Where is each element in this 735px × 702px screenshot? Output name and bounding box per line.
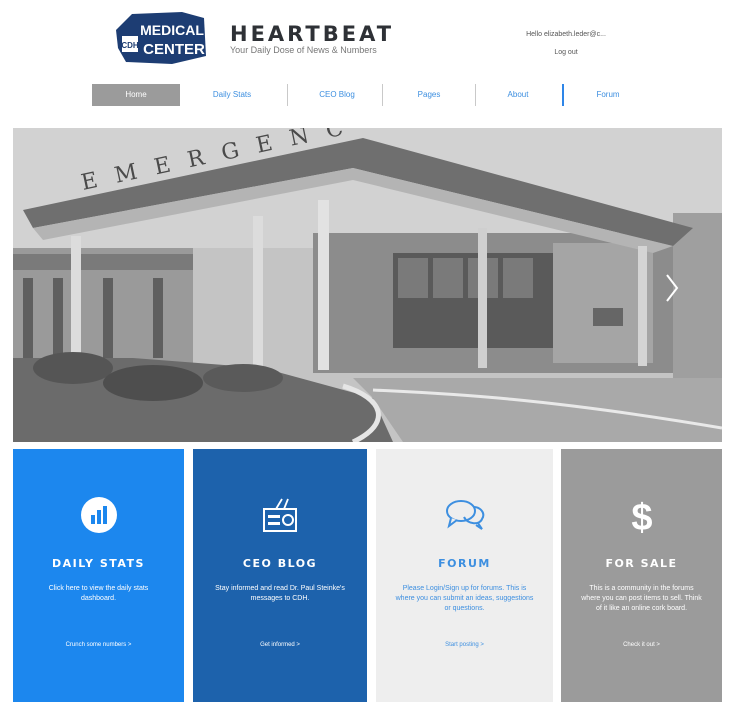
tile-for-sale[interactable]: $ FOR SALE This is a community in the fo… <box>561 449 722 702</box>
logout-link[interactable]: Log out <box>506 49 626 56</box>
site-tagline: Your Daily Dose of News & Numbers <box>230 45 377 55</box>
dollar-icon: $ <box>631 497 652 537</box>
tile-description: Please Login/Sign up for forums. This is… <box>395 585 534 612</box>
tile-link[interactable]: Check it out > <box>561 642 722 648</box>
nav-divider-active <box>562 84 564 106</box>
chevron-right-icon[interactable] <box>664 273 680 303</box>
medical-center-logo[interactable]: CDH MEDICAL CENTER <box>112 8 210 66</box>
site-title: HEARTBEAT <box>230 22 395 46</box>
tile-ceo-blog[interactable]: CEO BLOG Stay informed and read Dr. Paul… <box>193 449 367 702</box>
tile-link[interactable]: Start posting > <box>376 642 553 648</box>
nav-pages[interactable]: Pages <box>384 84 474 106</box>
tile-description: Click here to view the daily stats dashb… <box>48 585 149 602</box>
svg-text:$: $ <box>631 497 652 537</box>
tile-forum[interactable]: FORUM Please Login/Sign up for forums. T… <box>376 449 553 702</box>
tile-description: Stay informed and read Dr. Paul Steinke'… <box>215 585 345 602</box>
radio-icon <box>263 498 297 532</box>
tile-title: DAILY STATS <box>52 557 145 570</box>
nav-daily-stats[interactable]: Daily Stats <box>187 84 277 106</box>
tile-link[interactable]: Crunch some numbers > <box>13 642 184 648</box>
logo-badge: CDH <box>121 41 139 50</box>
hero-photo-emergency-entrance: EMERGENC <box>13 128 722 442</box>
tile-daily-stats[interactable]: DAILY STATS Click here to view the daily… <box>13 449 184 702</box>
chat-bubbles-icon <box>445 500 484 530</box>
nav-divider <box>382 84 383 106</box>
main-nav: Home Daily Stats CEO Blog Pages About Fo… <box>92 84 652 106</box>
logo-line1: MEDICAL <box>140 22 204 38</box>
user-greeting[interactable]: Hello elizabeth.leder@c... <box>506 31 626 38</box>
bar-chart-icon <box>80 497 117 533</box>
tile-title: FORUM <box>438 557 491 570</box>
nav-about[interactable]: About <box>476 84 560 106</box>
nav-ceo-blog[interactable]: CEO Blog <box>292 84 382 106</box>
nav-divider <box>287 84 288 106</box>
tile-title: CEO BLOG <box>242 557 318 570</box>
tile-link[interactable]: Get informed > <box>193 642 367 648</box>
tile-description: This is a community in the forums where … <box>581 585 702 612</box>
logo-line2: CENTER <box>143 41 205 58</box>
tile-title: FOR SALE <box>605 557 678 570</box>
hero-slideshow[interactable]: EMERGENC <box>13 128 722 442</box>
nav-home[interactable]: Home <box>92 84 180 106</box>
nav-forum[interactable]: Forum <box>566 84 650 106</box>
